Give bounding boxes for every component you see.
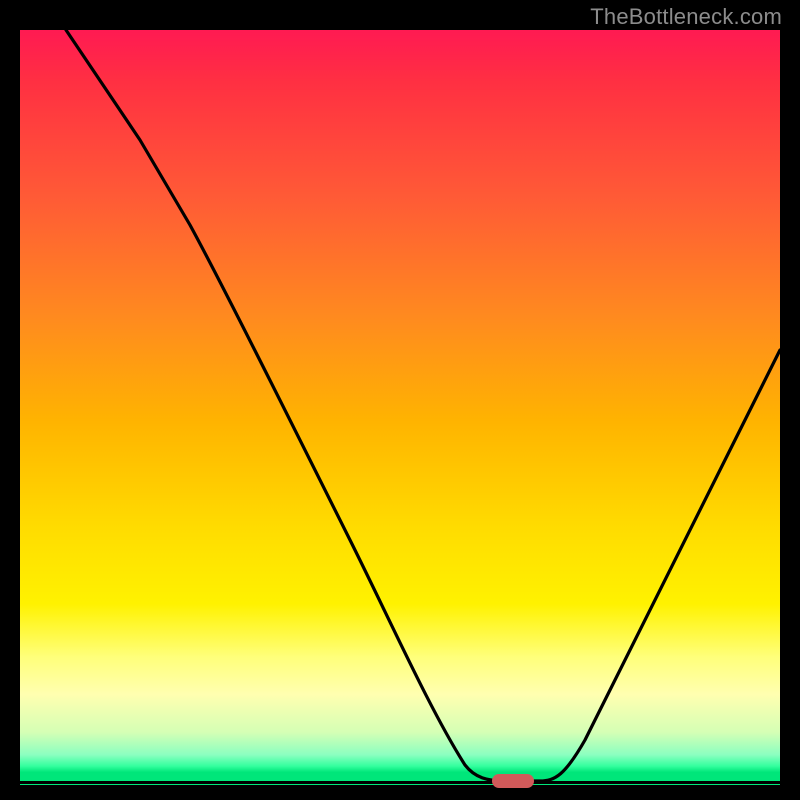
optimal-marker [492, 774, 534, 788]
chart-container: TheBottleneck.com [0, 0, 800, 800]
curve-layer [20, 30, 780, 785]
plot-area [20, 30, 780, 785]
watermark-text: TheBottleneck.com [590, 4, 782, 30]
bottleneck-curve [66, 30, 780, 781]
